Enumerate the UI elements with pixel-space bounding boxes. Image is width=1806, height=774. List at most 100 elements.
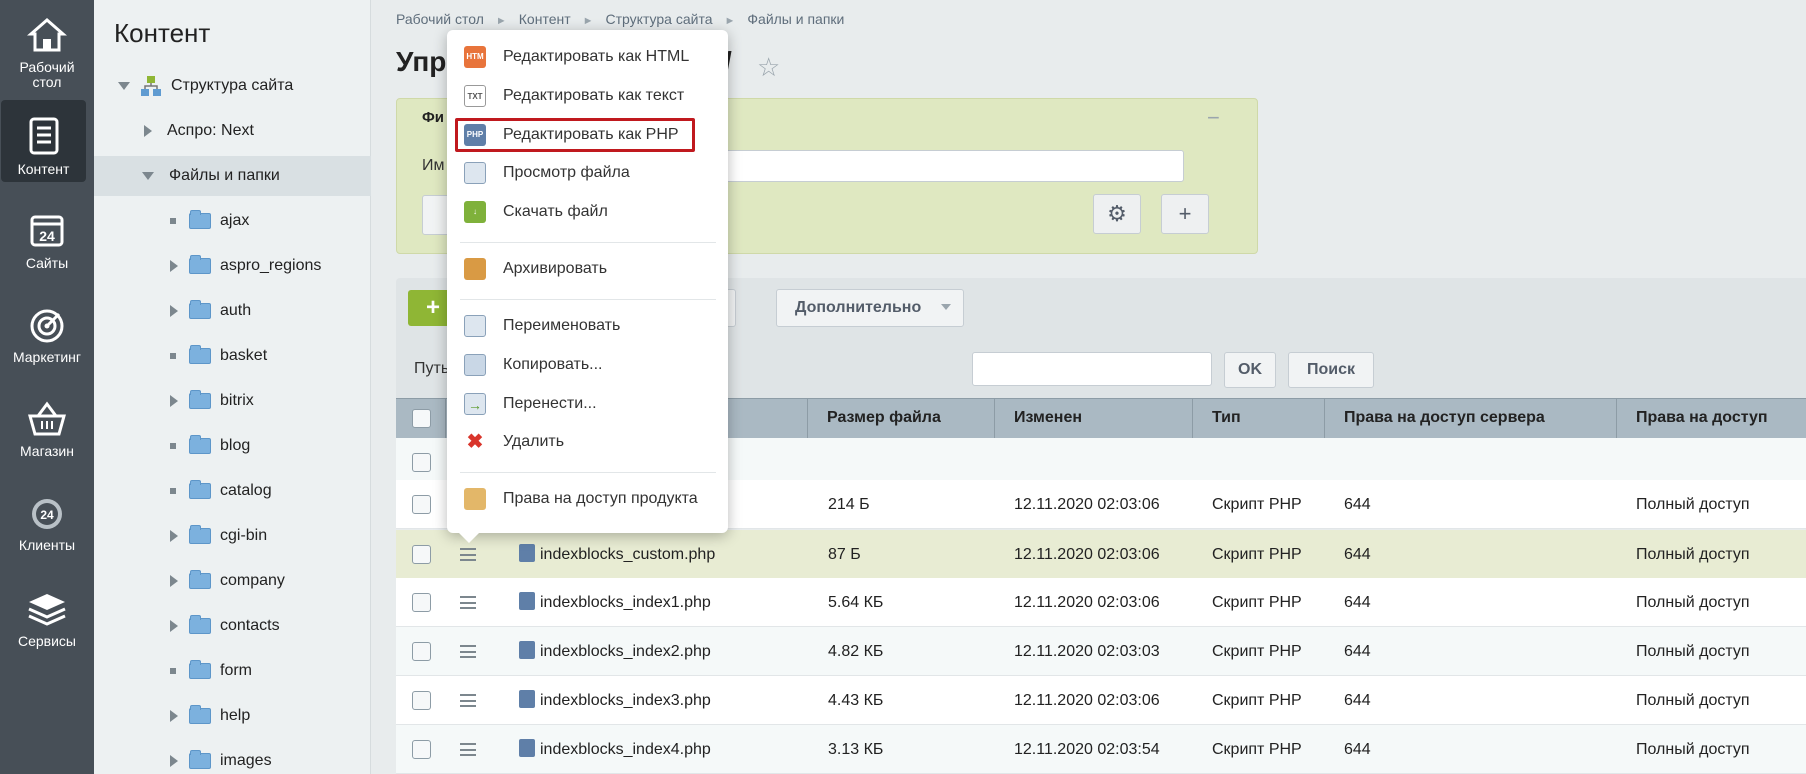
menu-copy[interactable]: Копировать... bbox=[447, 347, 728, 383]
tree-folder-basket[interactable]: basket bbox=[94, 336, 371, 376]
tree-folder-blog[interactable]: blog bbox=[94, 426, 371, 466]
table-row[interactable]: indexblocks_index2.php 4.82 КБ 12.11.202… bbox=[396, 627, 1806, 676]
row-menu-icon[interactable] bbox=[460, 743, 476, 756]
path-ok-button[interactable]: OK bbox=[1224, 352, 1276, 388]
menu-access-rights[interactable]: Права на доступ продукта bbox=[447, 481, 728, 517]
more-actions-button[interactable]: Дополнительно bbox=[776, 289, 964, 327]
php-file-icon bbox=[519, 738, 535, 757]
nav-shop[interactable]: Магазин bbox=[0, 384, 94, 478]
table-row[interactable]: indexblocks_index3.php 4.43 КБ 12.11.202… bbox=[396, 676, 1806, 725]
table-row[interactable]: indexblocks_index4.php 3.13 КБ 12.11.202… bbox=[396, 725, 1806, 774]
gear-icon: ⚙ bbox=[1107, 201, 1127, 226]
tree-item-label: basket bbox=[220, 347, 268, 364]
menu-download[interactable]: ↓ Скачать файл bbox=[447, 194, 728, 230]
nav-services[interactable]: Сервисы bbox=[0, 574, 94, 668]
nav-marketing[interactable]: Маркетинг bbox=[0, 290, 94, 384]
tree-folder-bitrix[interactable]: bitrix bbox=[94, 381, 371, 421]
folder-icon bbox=[189, 390, 211, 409]
tree-folder-cgi-bin[interactable]: cgi-bin bbox=[94, 516, 371, 556]
breadcrumb-desktop[interactable]: Рабочий стол bbox=[396, 11, 484, 27]
row-checkbox[interactable] bbox=[412, 545, 431, 564]
chevron-down-icon[interactable] bbox=[142, 172, 154, 180]
tree-folder-catalog[interactable]: catalog bbox=[94, 471, 371, 511]
file-size: 3.13 КБ bbox=[828, 741, 884, 758]
chevron-right-icon[interactable] bbox=[170, 620, 178, 632]
row-checkbox[interactable] bbox=[412, 453, 431, 472]
tree-folder-company[interactable]: company bbox=[94, 561, 371, 601]
menu-edit-text[interactable]: TXT Редактировать как текст bbox=[447, 78, 728, 114]
tree-folder-contacts[interactable]: contacts bbox=[94, 606, 371, 646]
chevron-right-icon[interactable] bbox=[170, 260, 178, 272]
chevron-right-icon[interactable] bbox=[170, 710, 178, 722]
nav-clients[interactable]: 24 Клиенты bbox=[0, 478, 94, 572]
file-name[interactable]: indexblocks_index1.php bbox=[519, 578, 711, 627]
chevron-right-icon[interactable] bbox=[170, 575, 178, 587]
nav-sites[interactable]: 24 Сайты bbox=[0, 196, 94, 290]
row-menu-icon[interactable] bbox=[460, 548, 476, 561]
file-name[interactable]: indexblocks_index3.php bbox=[519, 676, 711, 725]
header-size[interactable]: Размер файла bbox=[808, 399, 995, 439]
folder-icon bbox=[189, 705, 211, 724]
menu-edit-php[interactable]: PHP Редактировать как PHP bbox=[455, 118, 695, 152]
menu-edit-html[interactable]: HTM Редактировать как HTML bbox=[447, 39, 728, 75]
search-button[interactable]: Поиск bbox=[1288, 352, 1375, 388]
row-checkbox[interactable] bbox=[412, 691, 431, 710]
breadcrumb-files[interactable]: Файлы и папки bbox=[747, 11, 844, 27]
table-row[interactable]: indexblocks_custom.php 87 Б 12.11.2020 0… bbox=[396, 530, 1806, 579]
header-modified[interactable]: Изменен bbox=[995, 399, 1193, 439]
tree-item-files[interactable]: Файлы и папки bbox=[94, 156, 371, 196]
nav-desktop[interactable]: Рабочий стол bbox=[0, 0, 94, 94]
tree-folder-help[interactable]: help bbox=[94, 696, 371, 736]
chevron-right-icon[interactable] bbox=[170, 755, 178, 767]
breadcrumb-content[interactable]: Контент bbox=[519, 11, 571, 27]
row-checkbox[interactable] bbox=[412, 740, 431, 759]
breadcrumb-site-structure[interactable]: Структура сайта bbox=[606, 11, 713, 27]
file-modified: 12.11.2020 02:03:06 bbox=[1014, 692, 1160, 709]
star-icon[interactable]: ☆ bbox=[757, 52, 780, 83]
table-row[interactable]: indexblocks_index1.php 5.64 КБ 12.11.202… bbox=[396, 578, 1806, 627]
header-server-rights[interactable]: Права на доступ сервера bbox=[1325, 399, 1617, 439]
row-checkbox[interactable] bbox=[412, 495, 431, 514]
tree-folder-auth[interactable]: auth bbox=[94, 291, 371, 331]
tree-root[interactable]: Структура сайта bbox=[94, 66, 371, 106]
row-menu-icon[interactable] bbox=[460, 596, 476, 609]
menu-rename[interactable]: Переименовать bbox=[447, 308, 728, 344]
file-name[interactable]: indexblocks_index4.php bbox=[519, 725, 711, 774]
tree-item-label: Аспро: Next bbox=[167, 122, 254, 139]
tree-folder-images[interactable]: images bbox=[94, 741, 371, 774]
chevron-right-icon[interactable] bbox=[170, 305, 178, 317]
file-name[interactable]: indexblocks_custom.php bbox=[519, 530, 715, 579]
basket-icon bbox=[28, 401, 66, 436]
page-title: Упр / bbox=[396, 46, 732, 78]
chevron-right-icon[interactable] bbox=[170, 395, 178, 407]
path-input[interactable] bbox=[972, 352, 1212, 386]
menu-delete[interactable]: ✖ Удалить bbox=[447, 424, 728, 460]
header-product-rights[interactable]: Права на доступ продукта bbox=[1617, 399, 1806, 464]
tree-folder-ajax[interactable]: ajax bbox=[94, 201, 371, 241]
filter-settings-button[interactable]: ⚙ bbox=[1093, 194, 1141, 234]
folder-icon bbox=[189, 750, 211, 769]
chevron-right-icon[interactable] bbox=[170, 530, 178, 542]
chevron-right-icon[interactable] bbox=[144, 125, 152, 137]
menu-archive[interactable]: Архивировать bbox=[447, 251, 728, 287]
chevron-down-icon[interactable] bbox=[118, 82, 130, 90]
tree-item-label: auth bbox=[220, 302, 252, 319]
tree-item-aspro[interactable]: Аспро: Next bbox=[94, 111, 371, 151]
tree-folder-aspro-regions[interactable]: aspro_regions bbox=[94, 246, 371, 286]
product-rights: Полный доступ bbox=[1636, 741, 1750, 758]
file-name[interactable]: indexblocks_index2.php bbox=[519, 627, 711, 676]
file-type: Скрипт PHP bbox=[1212, 692, 1302, 709]
menu-move[interactable]: → Перенести... bbox=[447, 386, 728, 422]
tree-folder-form[interactable]: form bbox=[94, 651, 371, 691]
header-type[interactable]: Тип bbox=[1193, 399, 1325, 439]
nav-content[interactable]: Контент bbox=[1, 100, 86, 182]
filter-add-button[interactable]: + bbox=[1161, 194, 1209, 234]
nav-desktop-label: Рабочий стол bbox=[19, 59, 75, 90]
select-all-checkbox[interactable] bbox=[412, 409, 431, 428]
collapse-icon[interactable]: − bbox=[1207, 105, 1220, 131]
row-menu-icon[interactable] bbox=[460, 645, 476, 658]
menu-view-file[interactable]: Просмотр файла bbox=[447, 155, 728, 191]
row-menu-icon[interactable] bbox=[460, 694, 476, 707]
row-checkbox[interactable] bbox=[412, 642, 431, 661]
row-checkbox[interactable] bbox=[412, 593, 431, 612]
